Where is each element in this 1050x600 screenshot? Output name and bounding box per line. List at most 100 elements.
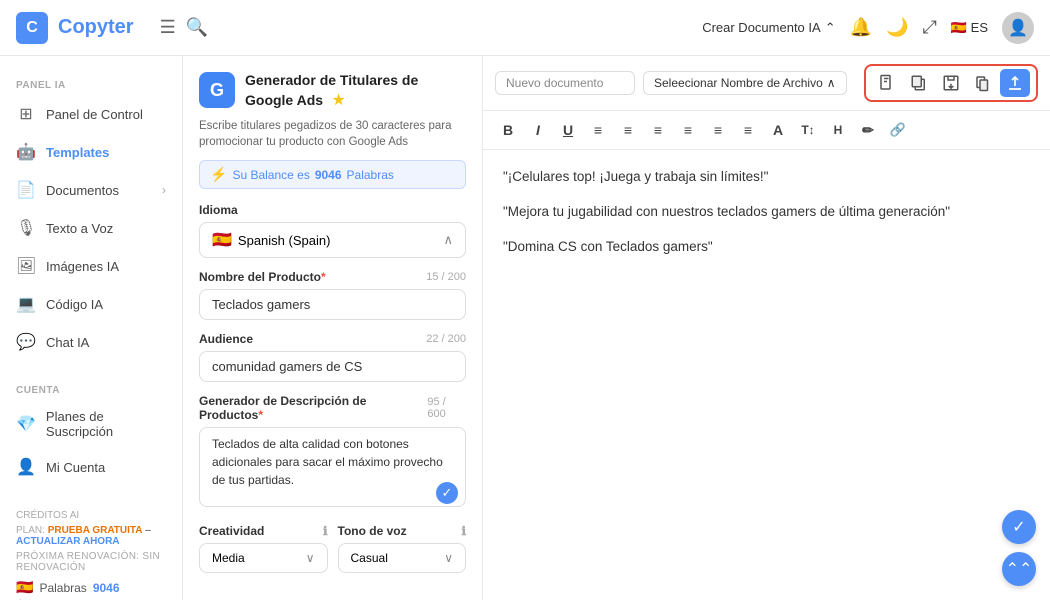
align-left-btn[interactable]: ≡ [585,117,611,143]
select-archivo[interactable]: Seleecionar Nombre de Archivo ∧ [643,71,847,95]
crear-documento-btn[interactable]: Crear Documento IA ⌃ [702,20,835,36]
avatar[interactable]: 👤 [1002,12,1034,44]
editor-line-2: "Mejora tu jugabilidad con nuestros tecl… [503,201,1030,224]
sidebar-item-chat-ia[interactable]: 💬 Chat IA [0,323,182,361]
user-icon: 👤 [16,457,36,477]
star-icon: ★ [332,92,346,109]
bold-btn[interactable]: B [495,117,521,143]
align-right-btn[interactable]: ≡ [645,117,671,143]
sidebar-item-label: Mi Cuenta [46,460,105,475]
new-doc-btn[interactable] [872,69,902,97]
code-icon: 💻 [16,294,36,314]
sidebar-item-label: Planes de Suscripción [46,409,166,439]
editor-toolbar-top: Nuevo documento Seleecionar Nombre de Ar… [483,56,1050,111]
fullscreen-icon[interactable]: ⤢ [922,17,936,38]
save-doc-btn[interactable] [936,69,966,97]
templates-icon: 🤖 [16,142,36,162]
plan-label: PLAN: PRUEBA GRATUITA – ACTUALIZAR AHORA [16,525,166,547]
chevron-up-archivo-icon: ∧ [827,76,836,90]
chevron-down-tono-icon: ∨ [444,551,453,565]
moon-icon[interactable]: 🌙 [886,17,908,38]
producto-counter: 15 / 200 [426,271,466,283]
bell-icon[interactable]: 🔔 [850,17,872,38]
float-buttons: ✓ ⌃⌃ [1002,510,1036,586]
bolt-icon: ⚡ [210,166,227,183]
align-center-btn[interactable]: ≡ [615,117,641,143]
editor-panel: Nuevo documento Seleecionar Nombre de Ar… [483,56,1050,600]
sidebar-item-panel-control[interactable]: ⊞ Panel de Control [0,95,182,133]
document-icon: 📄 [16,180,36,200]
generator-panel: G Generador de Titulares de Google Ads ★… [183,56,483,600]
editor-content[interactable]: "¡Celulares top! ¡Juega y trabaja sin lí… [483,150,1050,600]
sidebar-item-label: Chat IA [46,335,89,350]
sidebar-item-codigo-ia[interactable]: 💻 Código IA [0,285,182,323]
diamond-icon: 💎 [16,414,36,434]
sidebar-item-imagenes-ia[interactable]: 🖼 Imágenes IA [0,247,182,285]
copy-doc-btn[interactable] [904,69,934,97]
idioma-label: Idioma [199,203,466,217]
italic-btn[interactable]: I [525,117,551,143]
select-archivo-label: Seleecionar Nombre de Archivo [654,76,823,90]
pen-btn[interactable]: ✏ [855,117,881,143]
generator-header: G Generador de Titulares de Google Ads ★ [199,72,466,110]
tono-info-icon: ℹ [461,524,466,538]
hamburger-icon[interactable]: ☰ [160,17,176,38]
creatividad-info-icon: ℹ [323,524,328,538]
font-color-btn[interactable]: A [765,117,791,143]
sidebar-item-documentos[interactable]: 📄 Documentos › [0,171,182,209]
producto-label: Nombre del Producto* 15 / 200 [199,270,466,284]
desc-counter: 95 / 600 [427,396,466,420]
panel-ia-label: PANEL IA [0,72,182,95]
desc-textarea[interactable]: Teclados de alta calidad con botones adi… [199,427,466,507]
chevron-down-creatividad-icon: ∨ [306,551,315,565]
creatividad-value: Media [212,551,245,565]
renovacion-text: PRÓXIMA RENOVACIÓN: SIN RENOVACIÓN [16,551,166,573]
export-doc-btn[interactable] [1000,69,1030,97]
heading-btn[interactable]: H [825,117,851,143]
float-check-btn[interactable]: ✓ [1002,510,1036,544]
audience-input[interactable] [199,351,466,382]
creatividad-field: Creatividad ℹ Media ∨ [199,524,328,573]
sidebar: PANEL IA ⊞ Panel de Control 🤖 Templates … [0,56,183,600]
editor-format-bar: B I U ≡ ≡ ≡ ≡ ≡ ≡ A T↕ H ✏ 🔗 [483,111,1050,150]
logo-text: Copyter [58,16,134,39]
creatividad-select[interactable]: Media ∨ [199,543,328,573]
sidebar-item-label: Documentos [46,183,119,198]
palabras-value: 9046 [93,581,120,595]
producto-input[interactable] [199,289,466,320]
sidebar-item-planes[interactable]: 💎 Planes de Suscripción [0,400,182,448]
actualizar-link[interactable]: ACTUALIZAR AHORA [16,536,120,547]
underline-btn[interactable]: U [555,117,581,143]
align-justify-btn[interactable]: ≡ [675,117,701,143]
creditos-label: CRÉDITOS AI [16,510,166,521]
chevron-up-icon: ⌃ [825,20,836,36]
bottom-fields: Creatividad ℹ Media ∨ Tono de voz ℹ Casu… [199,524,466,573]
balance-unit: Palabras [347,168,394,182]
tono-select[interactable]: Casual ∨ [338,543,467,573]
doc-name-box[interactable]: Nuevo documento [495,71,635,95]
list-unordered-btn[interactable]: ≡ [735,117,761,143]
sidebar-item-label: Imágenes IA [46,259,119,274]
creatividad-label: Creatividad ℹ [199,524,328,538]
tono-value: Casual [351,551,388,565]
search-icon[interactable]: 🔍 [186,17,208,38]
audience-label: Audience 22 / 200 [199,332,466,346]
sidebar-item-texto-a-voz[interactable]: 🎙 Texto a Voz [0,209,182,247]
list-ordered-btn[interactable]: ≡ [705,117,731,143]
sidebar-item-label: Templates [46,145,109,160]
palabras-label: Palabras [39,581,86,595]
sidebar-item-mi-cuenta[interactable]: 👤 Mi Cuenta [0,448,182,486]
duplicate-doc-btn[interactable] [968,69,998,97]
float-scroll-up-btn[interactable]: ⌃⌃ [1002,552,1036,586]
spain-flag-icon: 🇪🇸 [212,232,232,249]
language-flag[interactable]: 🇪🇸 ES [951,20,988,36]
font-size-btn[interactable]: T↕ [795,117,821,143]
image-icon: 🖼 [16,256,36,276]
link-btn[interactable]: 🔗 [885,117,911,143]
idioma-select[interactable]: 🇪🇸Spanish (Spain) ∧ [199,222,466,258]
chat-icon: 💬 [16,332,36,352]
chevron-right-icon: › [162,183,166,197]
palabras-row: 🇪🇸 Palabras 9046 [16,579,166,596]
prueba-gratuita-link[interactable]: PRUEBA GRATUITA [48,525,143,536]
sidebar-item-templates[interactable]: 🤖 Templates [0,133,182,171]
